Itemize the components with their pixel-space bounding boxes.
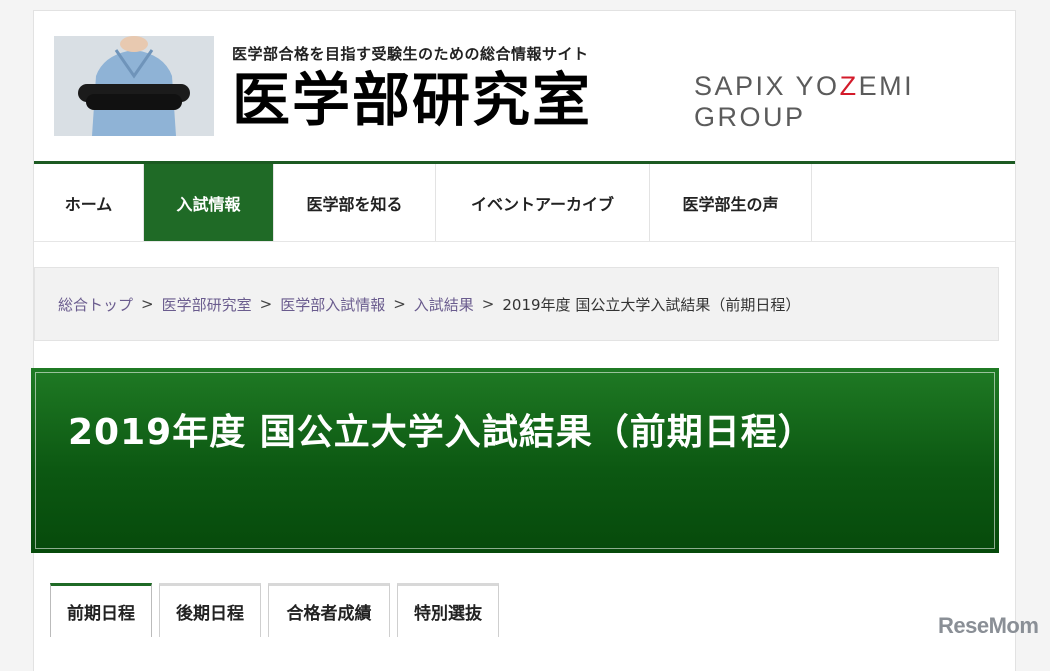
page-title: 2019年度 国公立大学入試結果（前期日程）	[68, 412, 815, 453]
tab-special-selection[interactable]: 特別選抜	[397, 583, 499, 637]
tab-late-schedule[interactable]: 後期日程	[159, 583, 261, 637]
nav-item-admission-info[interactable]: 入試情報	[144, 164, 274, 241]
main-nav: ホーム 入試情報 医学部を知る イベントアーカイブ 医学部生の声	[34, 164, 1015, 242]
nav-item-event-archive[interactable]: イベントアーカイブ	[436, 164, 650, 241]
doctor-photo	[54, 36, 214, 136]
nav-item-home[interactable]: ホーム	[34, 164, 144, 241]
brand-accent-letter: Z	[839, 71, 859, 101]
brand-text-1: SAPIX YO	[694, 71, 840, 101]
page-title-banner: 2019年度 国公立大学入試結果（前期日程）	[31, 368, 999, 553]
breadcrumb: 総合トップ > 医学部研究室 > 医学部入試情報 > 入試結果 > 2019年度…	[34, 267, 999, 341]
breadcrumb-separator: >	[141, 295, 154, 313]
nav-item-student-voices[interactable]: 医学部生の声	[650, 164, 812, 241]
breadcrumb-separator: >	[481, 295, 495, 313]
breadcrumb-current: 2019年度 国公立大学入試結果（前期日程）	[502, 295, 801, 314]
banner-frame	[35, 372, 995, 549]
breadcrumb-separator: >	[259, 295, 273, 313]
site-tagline: 医学部合格を目指す受験生のための総合情報サイト	[232, 45, 589, 63]
site-header: 医学部合格を目指す受験生のための総合情報サイト 医学部研究室 SAPIX YOZ…	[34, 11, 1015, 161]
breadcrumb-link[interactable]: 総合トップ	[58, 294, 133, 315]
breadcrumb-link[interactable]: 医学部研究室	[162, 294, 252, 315]
breadcrumb-separator: >	[393, 295, 406, 313]
tab-early-schedule[interactable]: 前期日程	[50, 583, 152, 637]
schedule-tabs: 前期日程 後期日程 合格者成績 特別選抜	[50, 583, 499, 637]
tab-passer-scores[interactable]: 合格者成績	[268, 583, 390, 637]
resemom-watermark: ReseMom	[938, 613, 1039, 638]
breadcrumb-link[interactable]: 入試結果	[414, 294, 474, 315]
site-title-logo[interactable]: 医学部研究室	[232, 67, 592, 133]
nav-item-about-medicine[interactable]: 医学部を知る	[274, 164, 436, 241]
breadcrumb-link[interactable]: 医学部入試情報	[280, 294, 385, 315]
brand-logo[interactable]: SAPIX YOZEMI GROUP	[694, 71, 1015, 133]
page-container: 医学部合格を目指す受験生のための総合情報サイト 医学部研究室 SAPIX YOZ…	[31, 10, 1016, 671]
